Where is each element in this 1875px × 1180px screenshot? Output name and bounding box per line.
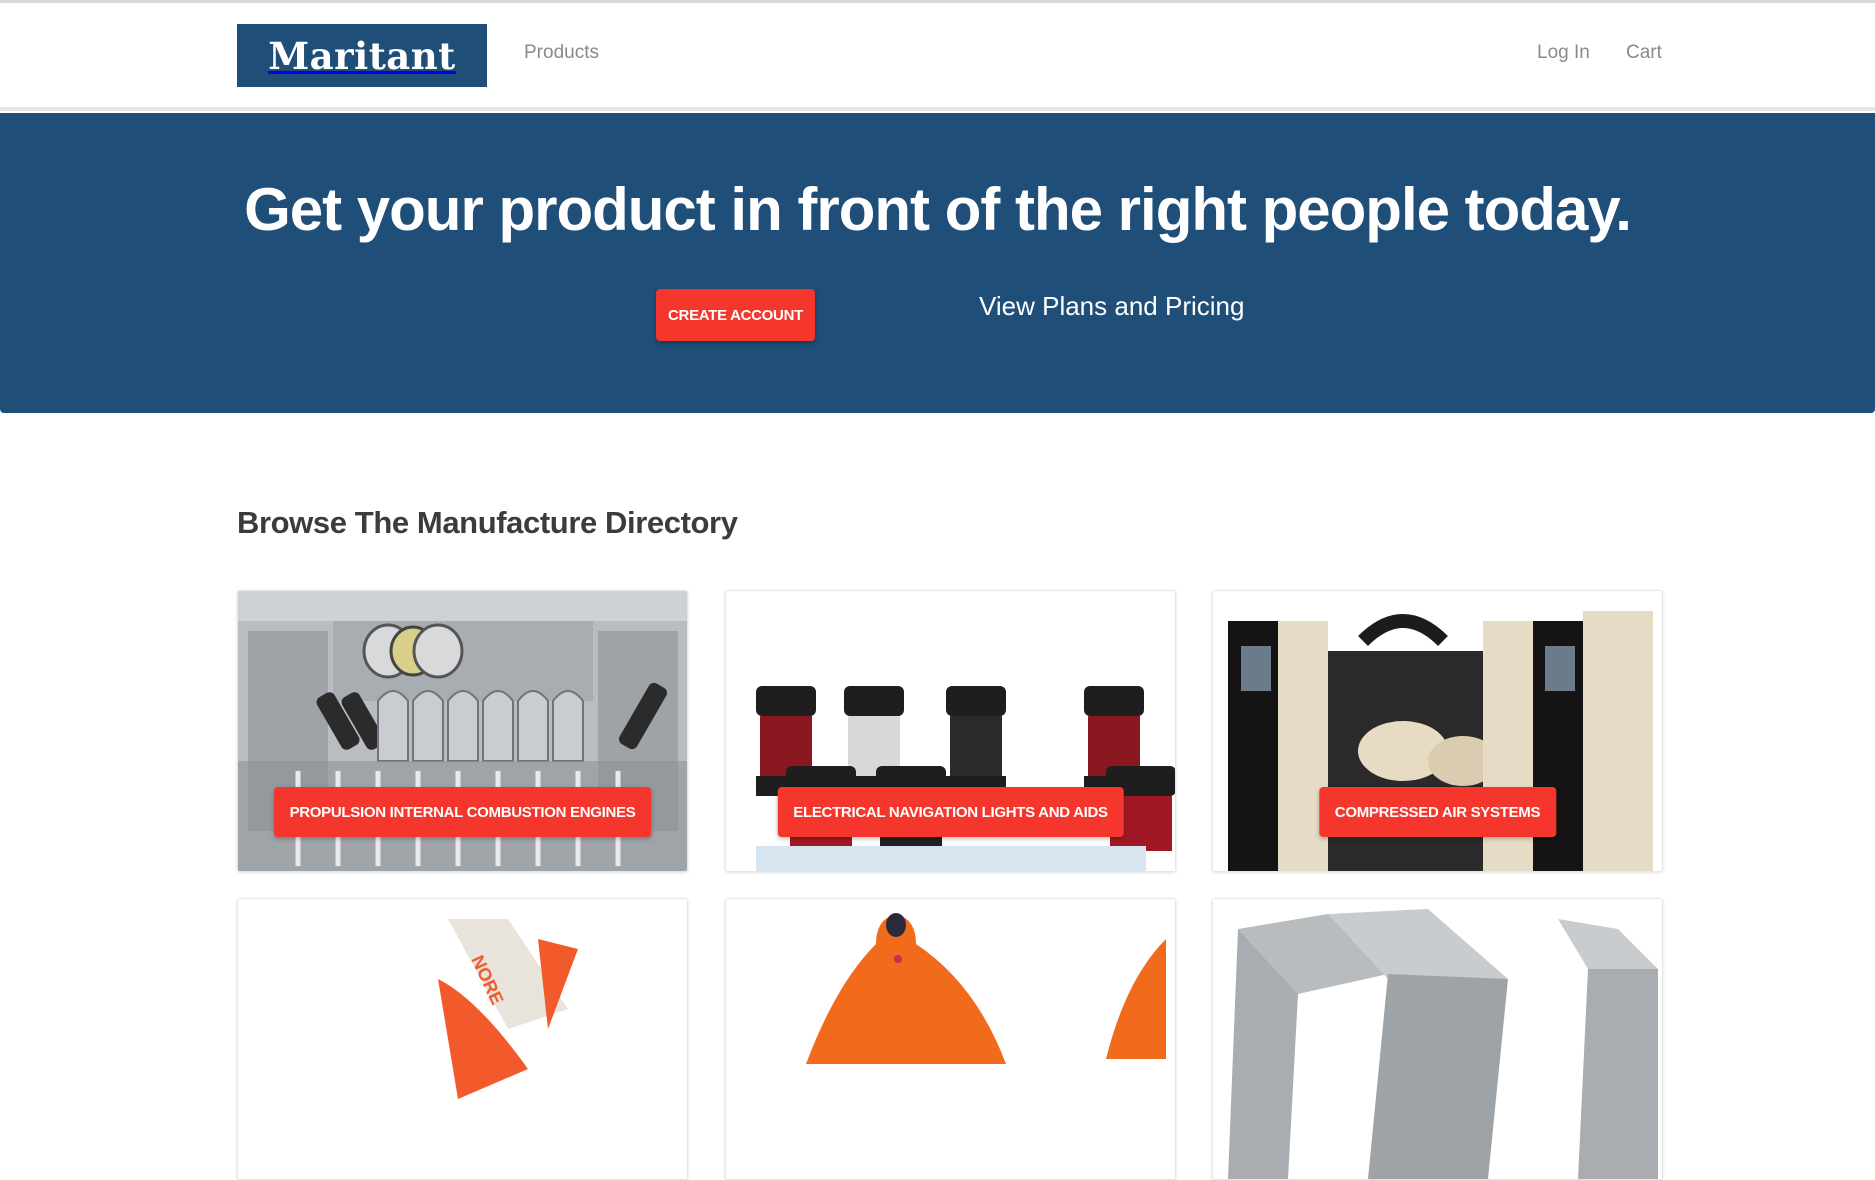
hero-banner: Get your product in front of the right p… [0, 113, 1875, 413]
category-button[interactable]: PROPULSION INTERNAL COMBUSTION ENGINES [273, 787, 652, 837]
category-card-compressed-air[interactable]: COMPRESSED AIR SYSTEMS [1212, 590, 1663, 872]
view-plans-link[interactable]: View Plans and Pricing [979, 291, 1244, 322]
honeycomb-panel-image [1213, 899, 1662, 1179]
category-card-5[interactable] [725, 898, 1176, 1180]
liferaft-image: NORE [238, 899, 687, 1179]
category-card-4[interactable]: NORE [237, 898, 688, 1180]
nav-login-link[interactable]: Log In [1537, 42, 1590, 64]
category-button[interactable]: COMPRESSED AIR SYSTEMS [1318, 787, 1557, 837]
directory-title: Browse The Manufacture Directory [237, 505, 738, 540]
category-card-engines[interactable]: PROPULSION INTERNAL COMBUSTION ENGINES [237, 590, 688, 872]
category-button[interactable]: ELECTRICAL NAVIGATION LIGHTS AND AIDS [777, 787, 1124, 837]
create-account-button[interactable]: CREATE ACCOUNT [656, 289, 815, 341]
nav-cart-link[interactable]: Cart [1626, 42, 1662, 64]
category-card-navigation-lights[interactable]: ELECTRICAL NAVIGATION LIGHTS AND AIDS [725, 590, 1176, 872]
hero-title: Get your product in front of the right p… [244, 176, 1632, 243]
maritant-logo[interactable]: Maritant [237, 24, 487, 87]
nav-products-link[interactable]: Products [524, 42, 599, 64]
buoy-image [726, 899, 1175, 1179]
logo-text: Maritant [268, 33, 456, 78]
top-navbar: Maritant Products Log In Cart [0, 3, 1875, 111]
category-card-6[interactable] [1212, 898, 1663, 1180]
